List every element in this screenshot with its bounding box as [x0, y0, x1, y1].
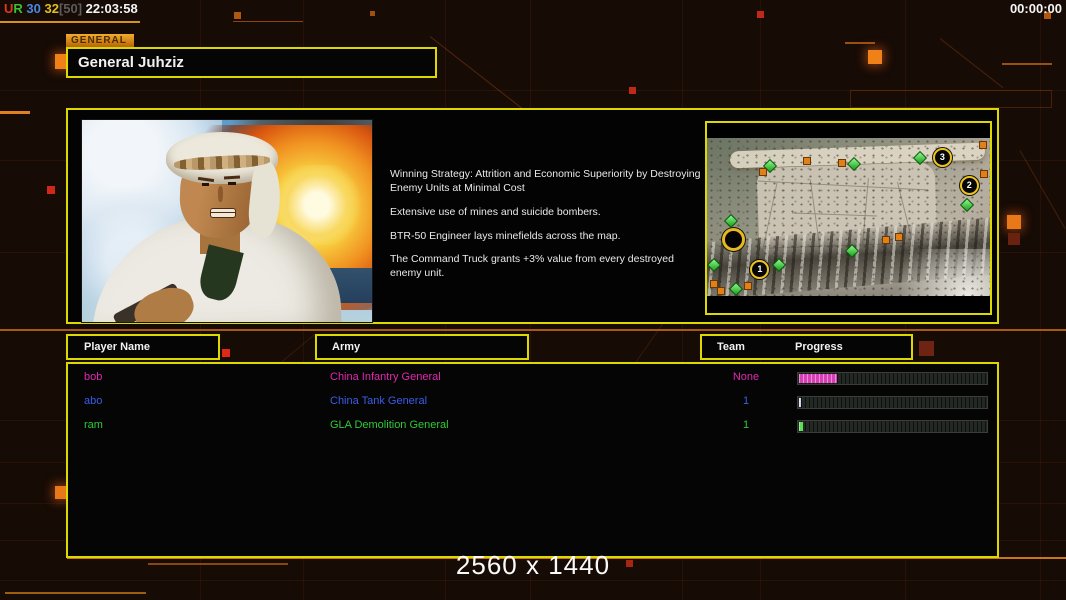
- player-row: abo China Tank General 1: [68, 390, 997, 414]
- resolution-label: 2560 x 1440: [455, 550, 611, 580]
- map-start-position-1: 1: [750, 260, 770, 280]
- general-info-panel: Winning Strategy: Attrition and Economic…: [66, 108, 999, 324]
- player-team: None: [732, 371, 760, 383]
- progress-fill: [799, 374, 837, 383]
- map-resource-marker: [846, 157, 861, 172]
- header-player-name: Player Name: [66, 334, 220, 360]
- general-name: General Juhziz: [78, 54, 184, 71]
- general-tab: GENERAL: [66, 34, 134, 48]
- player-row: ram GLA Demolition General 1: [68, 414, 997, 438]
- map-resource-marker: [707, 258, 721, 273]
- map-structure-marker: [979, 169, 988, 178]
- strategy-paragraph: BTR-50 Engineer lays minefields across t…: [390, 229, 621, 242]
- header-progress: Progress: [795, 341, 843, 353]
- player-table: bob China Infantry General None abo China Ta…: [66, 362, 999, 558]
- map-start-position-empty: [721, 227, 745, 251]
- circuit-decoration: [1019, 150, 1066, 229]
- circuit-decoration: [1008, 233, 1020, 245]
- strategy-paragraph: Extensive use of mines and suicide bombe…: [390, 205, 601, 218]
- map-resource-marker: [723, 214, 738, 229]
- circuit-decoration: [0, 329, 1066, 331]
- player-name: bob: [84, 371, 103, 383]
- circuit-decoration: [845, 42, 875, 44]
- map-structure-marker: [716, 286, 725, 295]
- circuit-decoration: [1007, 215, 1021, 229]
- map-snow-patch: [876, 248, 990, 296]
- player-team: 1: [742, 395, 750, 407]
- header-team: Team: [717, 341, 745, 353]
- map-resource-marker: [913, 150, 928, 166]
- map-letterbox: [707, 123, 990, 138]
- map-preview: 1 32: [705, 121, 992, 315]
- circuit-decoration: [939, 38, 1004, 89]
- portrait-nose: [218, 186, 223, 202]
- status-token: U: [4, 1, 14, 16]
- progress-bar: [797, 420, 988, 433]
- map-resource-marker: [729, 282, 744, 296]
- circuit-decoration: [5, 592, 146, 594]
- player-name: abo: [84, 395, 103, 407]
- player-name: ram: [84, 419, 103, 431]
- map-structure-marker: [882, 236, 891, 245]
- map-structure-marker: [709, 280, 718, 289]
- general-name-box: General Juhziz: [66, 47, 437, 78]
- player-army: China Tank General: [330, 395, 428, 407]
- circuit-decoration: [222, 349, 230, 357]
- circuit-decoration: [370, 11, 375, 16]
- circuit-decoration: [629, 87, 636, 94]
- map-letterbox: [707, 296, 990, 313]
- progress-bar: [797, 372, 988, 385]
- map-structure-marker: [895, 232, 904, 241]
- circuit-decoration: [47, 186, 55, 194]
- circuit-decoration: [868, 50, 882, 64]
- strategy-paragraph: Winning Strategy: Attrition and Economic…: [390, 168, 701, 194]
- circuit-decoration: [850, 90, 1052, 108]
- player-team: 1: [742, 419, 750, 431]
- map-structure-marker: [838, 158, 847, 167]
- game-timer: 00:00:00: [1009, 1, 1062, 16]
- map-structure-marker: [803, 157, 812, 166]
- progress-bar: [797, 396, 988, 409]
- map-terrain: 1 32: [707, 138, 990, 296]
- status-token: 30: [22, 1, 41, 16]
- portrait-eye: [228, 182, 236, 185]
- status-token: 22:03:58: [82, 1, 138, 16]
- map-resource-marker: [771, 258, 786, 273]
- general-portrait: [81, 119, 373, 323]
- circuit-decoration: [233, 21, 303, 22]
- player-row: bob China Infantry General None: [68, 366, 997, 390]
- player-army: China Infantry General: [330, 371, 441, 383]
- progress-fill: [799, 398, 801, 407]
- status-token: 32: [40, 1, 59, 16]
- status-token: [50]: [58, 1, 83, 16]
- circuit-decoration: [919, 341, 934, 356]
- circuit-decoration: [1002, 63, 1052, 65]
- strategy-paragraph: The Command Truck grants +3% value from …: [390, 253, 674, 280]
- map-plateau: [756, 161, 938, 257]
- header-team-progress: Team Progress: [700, 334, 913, 360]
- map-start-position-3: 3: [932, 147, 952, 167]
- loading-screen: UR 30 32[50] 22:03:58 00:00:00 GENERAL G…: [0, 0, 1066, 600]
- portrait-mouth: [210, 208, 236, 218]
- map-structure-marker: [743, 281, 752, 290]
- status-readout: UR 30 32[50] 22:03:58: [4, 1, 138, 16]
- progress-fill: [799, 422, 803, 431]
- circuit-decoration: [0, 111, 30, 114]
- map-resource-marker: [959, 198, 975, 213]
- header-army: Army: [315, 334, 529, 360]
- map-structure-marker: [759, 168, 768, 177]
- status-token: R: [13, 1, 23, 16]
- map-structure-marker: [978, 141, 987, 150]
- player-army: GLA Demolition General: [330, 419, 449, 431]
- map-resource-marker: [845, 244, 860, 259]
- map-start-position-2: 2: [959, 176, 979, 196]
- strategy-text: Winning Strategy: Attrition and Economic…: [390, 168, 702, 291]
- circuit-decoration: [234, 12, 241, 19]
- circuit-decoration: [757, 11, 764, 18]
- portrait-eye: [202, 183, 209, 186]
- circuit-decoration: [0, 21, 140, 23]
